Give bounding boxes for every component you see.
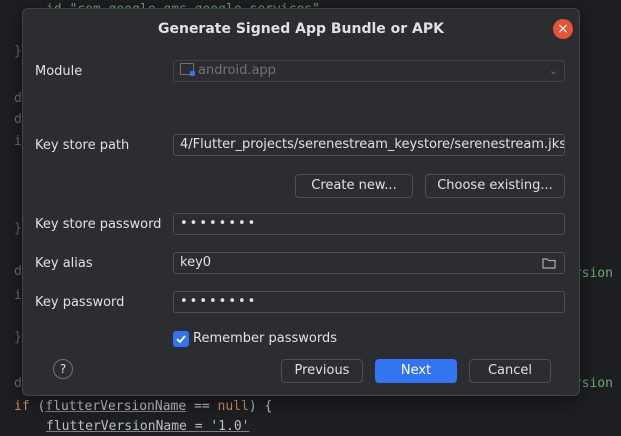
code-fragment: i bbox=[14, 288, 22, 303]
help-button[interactable]: ? bbox=[53, 359, 73, 379]
signed-bundle-dialog: Generate Signed App Bundle or APK × Modu… bbox=[22, 8, 580, 396]
create-new-button[interactable]: Create new... bbox=[295, 174, 413, 198]
code-fragment: d bbox=[14, 112, 22, 127]
key-password-input[interactable]: •••••••• bbox=[173, 291, 565, 313]
choose-existing-button[interactable]: Choose existing... bbox=[425, 174, 565, 198]
code-brace: } bbox=[14, 330, 22, 345]
module-select[interactable]: android.app ⌄ bbox=[173, 60, 565, 82]
previous-button[interactable]: Previous bbox=[281, 359, 363, 383]
module-value: android.app bbox=[198, 63, 276, 78]
module-label: Module bbox=[35, 64, 83, 79]
check-icon bbox=[176, 335, 186, 344]
remember-passwords-checkbox[interactable] bbox=[173, 331, 189, 347]
code-brace: } bbox=[14, 44, 22, 59]
keystore-password-label: Key store password bbox=[35, 217, 162, 232]
module-icon bbox=[180, 63, 195, 76]
dialog-title: Generate Signed App Bundle or APK bbox=[157, 21, 444, 37]
keystore-password-value: •••••••• bbox=[180, 216, 258, 231]
keystore-path-value: 4/Flutter_projects/serenestream_keystore… bbox=[180, 137, 565, 152]
code-fragment: d bbox=[14, 376, 22, 391]
code-fragment: i bbox=[14, 134, 22, 149]
code-fragment: d bbox=[14, 91, 22, 106]
cancel-button[interactable]: Cancel bbox=[469, 359, 551, 383]
chevron-down-icon: ⌄ bbox=[548, 64, 558, 77]
close-button[interactable]: × bbox=[553, 19, 573, 39]
code-line-if: if (flutterVersionName == null) { bbox=[14, 399, 273, 414]
folder-icon[interactable] bbox=[542, 257, 556, 269]
key-alias-input[interactable]: key0 bbox=[173, 252, 565, 274]
keystore-path-label: Key store path bbox=[35, 138, 130, 153]
key-password-label: Key password bbox=[35, 295, 125, 310]
remember-passwords-label[interactable]: Remember passwords bbox=[193, 331, 337, 346]
code-brace: } bbox=[14, 221, 22, 236]
code-line-bottom: flutterVersionName = '1.0' bbox=[46, 419, 250, 434]
keystore-password-input[interactable]: •••••••• bbox=[173, 213, 565, 235]
code-fragment: d bbox=[14, 264, 22, 279]
key-alias-value: key0 bbox=[180, 255, 212, 270]
key-alias-label: Key alias bbox=[35, 256, 93, 271]
keystore-path-input[interactable]: 4/Flutter_projects/serenestream_keystore… bbox=[173, 134, 565, 156]
next-button[interactable]: Next bbox=[375, 359, 457, 383]
key-password-value: •••••••• bbox=[180, 294, 258, 309]
